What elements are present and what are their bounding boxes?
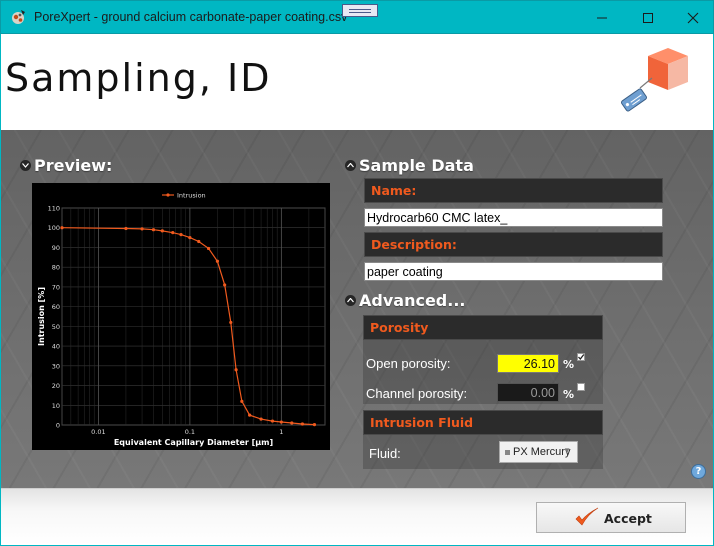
page-title: Sampling, ID bbox=[5, 56, 272, 100]
data-point bbox=[240, 399, 244, 403]
cube-tag-logo-icon bbox=[621, 48, 688, 112]
data-point bbox=[215, 259, 220, 263]
title-bar[interactable]: PoreXpert - ground calcium carbonate-pap… bbox=[0, 0, 714, 34]
description-field-header: Description: bbox=[364, 232, 663, 257]
data-point bbox=[206, 246, 211, 251]
data-point bbox=[259, 417, 263, 421]
checkmark-icon bbox=[578, 354, 585, 361]
channel-porosity-checkbox[interactable] bbox=[577, 383, 585, 391]
maximize-icon bbox=[643, 13, 653, 23]
data-point bbox=[234, 368, 238, 372]
data-point bbox=[151, 228, 156, 232]
collapse-toggle-icon[interactable] bbox=[345, 160, 356, 171]
y-tick-label: 20 bbox=[52, 382, 60, 390]
name-label: Name: bbox=[371, 183, 417, 198]
legend-entry: Intrusion bbox=[177, 191, 206, 199]
name-field-header: Name: bbox=[364, 178, 663, 203]
collapse-toggle-icon[interactable] bbox=[20, 160, 31, 171]
help-icon[interactable]: ? bbox=[691, 464, 706, 479]
data-point bbox=[140, 227, 144, 231]
y-tick-label: 100 bbox=[48, 224, 60, 232]
x-tick-label: 0.1 bbox=[185, 428, 195, 436]
window-title: PoreXpert - ground calcium carbonate-pap… bbox=[34, 10, 348, 24]
fluid-selected-value: PX Mercury bbox=[513, 446, 571, 458]
sample-data-heading: Sample Data bbox=[359, 156, 474, 175]
y-tick-label: 40 bbox=[52, 343, 60, 351]
data-point bbox=[279, 420, 283, 424]
description-label: Description: bbox=[371, 237, 457, 252]
fluid-swatch-icon bbox=[505, 450, 510, 455]
data-point bbox=[290, 421, 294, 425]
footer-bar: Accept bbox=[1, 488, 713, 545]
x-axis-label: Equivalent Capillary Diameter [µm] bbox=[114, 438, 273, 447]
open-porosity-input[interactable]: 26.10 bbox=[497, 354, 559, 373]
data-point bbox=[160, 229, 164, 233]
data-point bbox=[188, 235, 192, 240]
chevron-down-icon: ▼ bbox=[563, 446, 571, 455]
main-panel: Preview: 0 10 20 30 40 50 60 70 80 90 100 110 0.01 0.… bbox=[1, 130, 713, 488]
data-point bbox=[197, 239, 201, 244]
preview-heading: Preview: bbox=[34, 156, 113, 175]
accept-button[interactable]: Accept bbox=[536, 502, 686, 533]
y-tick-label: 0 bbox=[56, 422, 60, 430]
fluid-select[interactable]: PX Mercury ▼ bbox=[499, 441, 578, 463]
channel-porosity-label: Channel porosity: bbox=[366, 386, 468, 401]
data-point bbox=[312, 423, 317, 427]
y-tick-label: 10 bbox=[52, 402, 60, 410]
intrusion-chart: 0 10 20 30 40 50 60 70 80 90 100 110 0.01 0.1 1 Equival… bbox=[32, 183, 330, 450]
x-tick-label: 1 bbox=[279, 428, 283, 436]
page-header: Sampling, ID bbox=[1, 34, 713, 130]
sample-data-section-header[interactable]: Sample Data bbox=[345, 156, 474, 175]
description-input[interactable]: paper coating bbox=[364, 262, 663, 281]
advanced-section-header[interactable]: Advanced... bbox=[345, 291, 465, 310]
data-point bbox=[229, 320, 233, 325]
data-point bbox=[248, 413, 252, 417]
open-porosity-checkbox[interactable] bbox=[577, 353, 585, 361]
data-point bbox=[270, 419, 275, 423]
open-porosity-unit: % bbox=[563, 358, 575, 371]
close-icon bbox=[687, 12, 699, 24]
intrusion-chart-svg: 0 10 20 30 40 50 60 70 80 90 100 110 0.01 0.1 1 Equival… bbox=[37, 191, 326, 447]
plot-frame bbox=[61, 207, 326, 426]
y-tick-label: 70 bbox=[52, 283, 60, 291]
data-point bbox=[300, 422, 305, 426]
minimize-button[interactable] bbox=[579, 1, 625, 35]
intrusion-fluid-heading: Intrusion Fluid bbox=[370, 415, 474, 430]
data-point bbox=[179, 233, 183, 237]
data-point bbox=[124, 226, 128, 231]
data-point bbox=[60, 226, 64, 230]
x-tick-label: 0.01 bbox=[91, 428, 105, 436]
y-tick-label: 60 bbox=[52, 303, 60, 311]
data-point bbox=[171, 231, 175, 235]
data-point bbox=[223, 283, 227, 287]
name-input[interactable]: Hydrocarb60 CMC latex_ bbox=[364, 208, 663, 227]
intrusion-fluid-header: Intrusion Fluid bbox=[363, 410, 603, 435]
drag-grip-icon[interactable] bbox=[342, 4, 378, 17]
advanced-heading: Advanced... bbox=[359, 291, 466, 310]
channel-porosity-input[interactable]: 0.00 bbox=[497, 383, 559, 402]
accept-label: Accept bbox=[604, 511, 652, 526]
close-button[interactable] bbox=[670, 1, 714, 35]
maximize-button[interactable] bbox=[625, 1, 671, 35]
window-border bbox=[0, 34, 1, 546]
y-tick-label: 30 bbox=[52, 362, 60, 370]
legend-marker bbox=[166, 193, 170, 197]
porosity-header: Porosity bbox=[363, 315, 603, 340]
preview-section-header[interactable]: Preview: bbox=[20, 156, 112, 175]
y-axis-label: Intrusion [%] bbox=[37, 287, 46, 346]
minimize-icon bbox=[597, 17, 607, 19]
checkmark-icon bbox=[575, 507, 599, 526]
y-tick-label: 50 bbox=[52, 323, 60, 331]
y-tick-label: 80 bbox=[52, 264, 60, 272]
channel-porosity-unit: % bbox=[563, 388, 575, 401]
y-tick-label: 110 bbox=[48, 205, 60, 213]
collapse-toggle-icon[interactable] bbox=[345, 295, 356, 306]
open-porosity-label: Open porosity: bbox=[366, 356, 451, 371]
porosity-heading: Porosity bbox=[370, 320, 429, 335]
y-tick-label: 90 bbox=[52, 244, 60, 252]
fluid-label: Fluid: bbox=[369, 446, 401, 461]
app-icon bbox=[12, 10, 25, 24]
